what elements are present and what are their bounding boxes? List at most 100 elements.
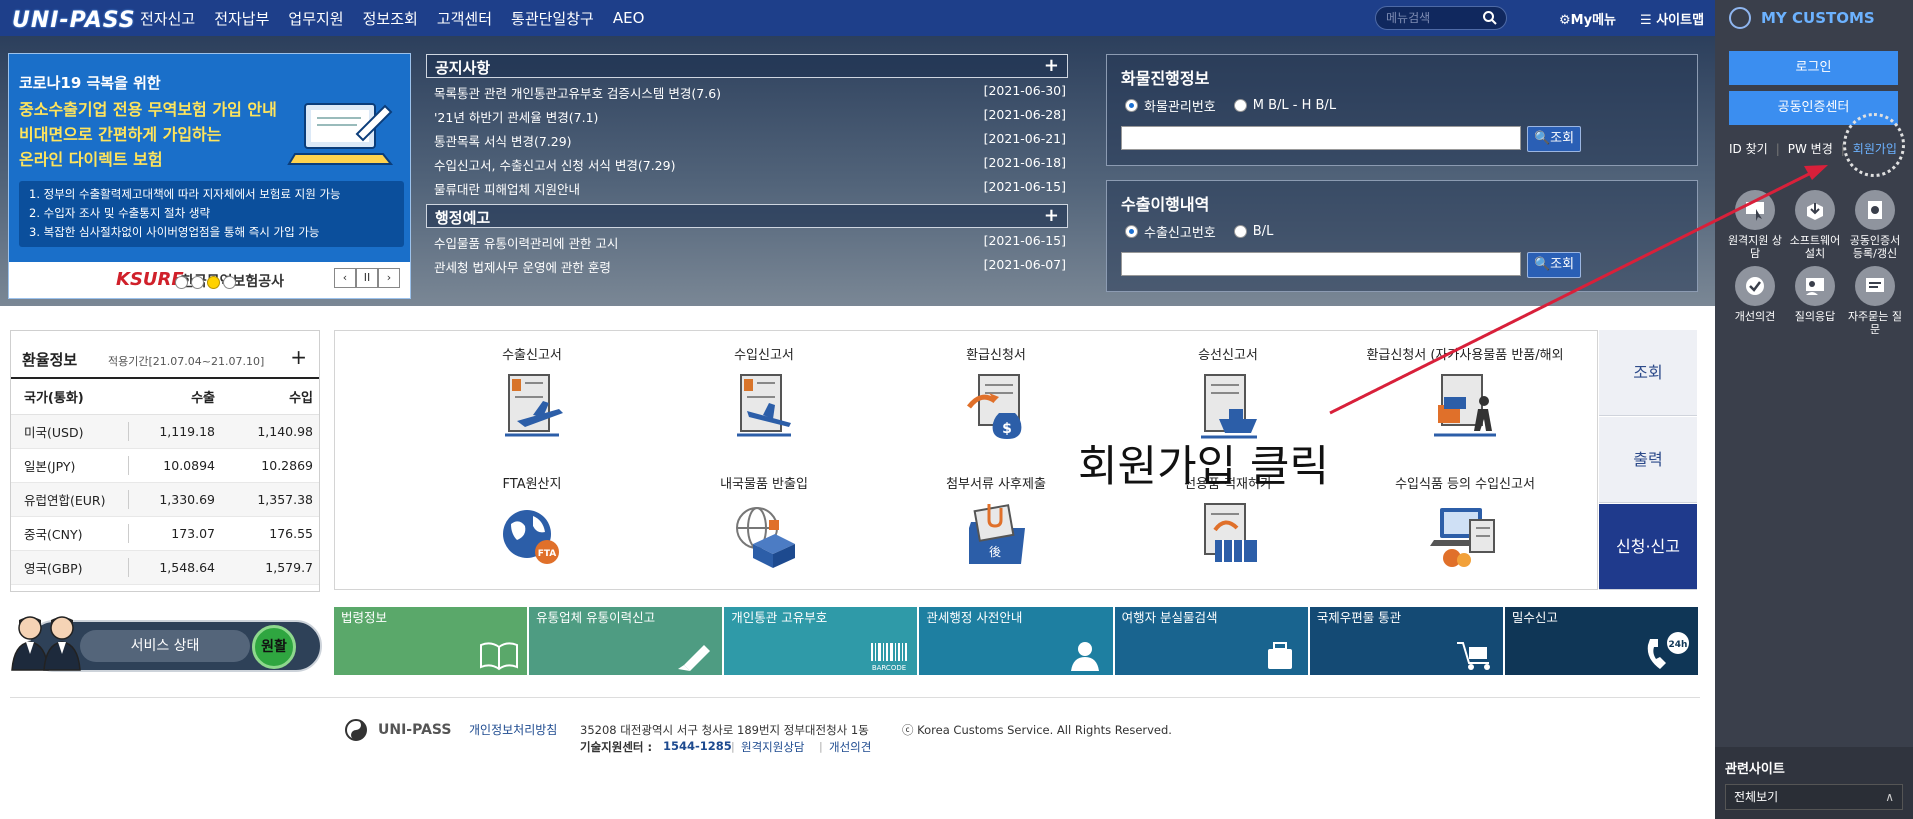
uni-pass-logo[interactable]: UNI-PASS — [12, 8, 136, 33]
tile-import-declaration[interactable]: 수입신고서 — [669, 348, 859, 444]
find-id-link[interactable]: ID 찾기 — [1729, 140, 1768, 157]
tab-print[interactable]: 출력 — [1599, 417, 1697, 503]
notice-title-text[interactable]: 통관목록 서식 변경(7.29) — [434, 131, 572, 150]
side-tabs: 조회 출력 신청·신고 — [1599, 330, 1697, 590]
shortcut-label: 질의응답 — [1794, 310, 1836, 323]
export-number-input[interactable] — [1121, 252, 1521, 276]
prev-arrow-icon[interactable]: ‹ — [334, 268, 356, 288]
software-install-shortcut[interactable]: 소프트웨어 설치 — [1785, 190, 1845, 260]
footer-address: 35208 대전광역시 서구 청사로 189번지 정부대전청사 1동 — [580, 723, 869, 737]
shortcut-label: 공동인증서 등록/갱신 — [1849, 234, 1901, 260]
notice-row[interactable]: '21년 하반기 관세율 변경(7.1) [2021-06-28] — [426, 102, 1068, 126]
admin-title-text[interactable]: 관세청 법제사무 운영에 관한 훈령 — [434, 257, 611, 276]
notice-title-text[interactable]: 목록통관 관련 개인통관고유부호 검증시스템 변경(7.6) — [434, 83, 721, 102]
sitemap-button[interactable]: ☰ 사이트맵 — [1640, 9, 1704, 28]
notice-date: [2021-06-28] — [983, 107, 1066, 122]
notice-title-text[interactable]: '21년 하반기 관세율 변경(7.1) — [434, 107, 598, 126]
nav-item-work-support[interactable]: 업무지원 — [288, 8, 343, 29]
login-button[interactable]: 로그인 — [1729, 51, 1898, 85]
export-search-button[interactable]: 🔍조회 — [1527, 252, 1581, 278]
notice-date: [2021-06-30] — [983, 83, 1066, 98]
admin-title-text[interactable]: 수입물품 유통이력관리에 관한 고시 — [434, 233, 618, 252]
admin-row[interactable]: 수입물품 유통이력관리에 관한 고시 [2021-06-15] — [426, 228, 1068, 252]
sidebar-title: MY CUSTOMS — [1761, 9, 1875, 27]
nav-item-customer-center[interactable]: 고객센터 — [437, 8, 492, 29]
next-arrow-icon[interactable]: › — [378, 268, 400, 288]
main-nav: 전자신고 전자납부 업무지원 정보조회 고객센터 통관단일창구 AEO — [140, 0, 644, 36]
carousel-dot[interactable] — [191, 276, 204, 289]
promo-banner[interactable]: 코로나19 극복을 위한 중소수출기업 전용 무역보험 가입 안내 비대면으로 … — [8, 53, 411, 299]
radio-icon — [1233, 225, 1247, 238]
nav-item-aeo[interactable]: AEO — [613, 9, 645, 27]
quicklink-lost-found[interactable]: 여행자 분실물검색 — [1114, 607, 1308, 675]
nav-item-single-window[interactable]: 통관단일창구 — [511, 8, 594, 29]
sitemap-label: 사이트맵 — [1656, 13, 1705, 28]
tech-support-label: 기술지원센터 : — [580, 740, 653, 754]
certificate-shortcut[interactable]: 공동인증서 등록/갱신 — [1845, 190, 1905, 260]
nav-item-e-filing[interactable]: 전자신고 — [140, 8, 195, 29]
tile-refund-application[interactable]: 환급신청서 $ — [901, 348, 1091, 444]
menu-search-input[interactable] — [1386, 10, 1478, 26]
tech-support-phone: 1544-1285 — [663, 739, 732, 753]
admin-more-icon[interactable]: + — [1044, 205, 1059, 226]
tile-attachment-submit[interactable]: 첨부서류 사후제출 後 — [901, 477, 1091, 573]
quicklink-intl-mail[interactable]: 국제우편물 통관 — [1309, 607, 1503, 675]
change-pw-link[interactable]: PW 변경 — [1788, 140, 1833, 157]
tile-refund-self-use[interactable]: 환급신청서 (자가사용물품 반품/해외 — [1355, 348, 1575, 444]
notice-header: 공지사항 + — [426, 54, 1068, 78]
carousel-dot[interactable] — [223, 276, 236, 289]
notice-date: [2021-06-18] — [983, 155, 1066, 170]
tile-label: 수입신고서 — [734, 348, 794, 363]
cargo-search-button[interactable]: 🔍조회 — [1527, 126, 1581, 152]
qna-icon — [1795, 266, 1835, 306]
tab-lookup[interactable]: 조회 — [1599, 330, 1697, 416]
notice-title-text[interactable]: 물류대란 피해업체 지원안내 — [434, 179, 580, 198]
cargo-option-mgmt-no[interactable]: 화물관리번호 — [1125, 96, 1216, 115]
nav-item-info-lookup[interactable]: 정보조회 — [363, 8, 418, 29]
qna-shortcut[interactable]: 질의응답 — [1785, 266, 1845, 336]
rates-table-body: 미국(USD) 1,119.18 1,140.98 일본(JPY) 10.0894 10… — [11, 415, 319, 585]
admin-row[interactable]: 관세청 법제사무 운영에 관한 훈령 [2021-06-07] — [426, 252, 1068, 276]
carousel-dot-active[interactable] — [207, 276, 220, 289]
tile-food-import[interactable]: 수입식품 등의 수입신고서 — [1355, 477, 1575, 573]
faq-icon — [1855, 266, 1895, 306]
tile-fta-origin[interactable]: FTA원산지 FTA — [437, 477, 627, 573]
tile-domestic-goods[interactable]: 내국물품 반출입 — [669, 477, 859, 573]
tile-boarding-declaration[interactable]: 승선신고서 — [1133, 348, 1323, 444]
my-menu-button[interactable]: ⚙My메뉴 — [1559, 9, 1616, 28]
tab-apply-declare[interactable]: 신청·신고 — [1599, 504, 1697, 590]
notice-row[interactable]: 수입신고서, 수출신고서 신청 서식 변경(7.29) [2021-06-18] — [426, 150, 1068, 174]
cargo-number-input[interactable] — [1121, 126, 1521, 150]
notice-row[interactable]: 통관목록 서식 변경(7.29) [2021-06-21] — [426, 126, 1068, 150]
quicklink-distribution-report[interactable]: 유통업체 유통이력신고 — [529, 607, 723, 675]
collapse-circle-icon[interactable] — [1729, 7, 1751, 29]
footer-separator: | — [819, 740, 823, 753]
pause-button[interactable]: II — [356, 268, 378, 288]
privacy-policy-link[interactable]: 개인정보처리방침 — [469, 721, 557, 738]
rates-more-icon[interactable]: + — [290, 345, 307, 369]
export-option-bl[interactable]: B/L — [1233, 224, 1273, 239]
export-option-declare-no[interactable]: 수출신고번호 — [1125, 222, 1216, 241]
notice-row[interactable]: 물류대란 피해업체 지원안내 [2021-06-15] — [426, 174, 1068, 198]
improvement-link[interactable]: 개선의견 — [829, 739, 871, 755]
related-sites-select[interactable]: 전체보기 ∧ — [1725, 784, 1903, 810]
remote-support-shortcut[interactable]: 원격지원 상담 — [1725, 190, 1785, 260]
feedback-shortcut[interactable]: 개선의견 — [1725, 266, 1785, 336]
quicklink-label: 국제우편물 통관 — [1316, 610, 1402, 625]
quicklink-personal-customs-code[interactable]: 개인통관 고유부호 BARCODE — [724, 607, 918, 675]
notice-more-icon[interactable]: + — [1044, 55, 1059, 76]
service-status: 서비스 상태 원활 — [8, 608, 322, 674]
search-icon[interactable] — [1482, 10, 1498, 26]
notice-row[interactable]: 목록통관 관련 개인통관고유부호 검증시스템 변경(7.6) [2021-06-3… — [426, 78, 1068, 102]
banner-bullet-2: 2. 수입자 조사 및 수출통지 절차 생략 — [29, 206, 211, 220]
remote-support-link[interactable]: 원격지원상담 — [741, 739, 804, 755]
notice-title-text[interactable]: 수입신고서, 수출신고서 신청 서식 변경(7.29) — [434, 155, 675, 174]
carousel-dot[interactable] — [175, 276, 188, 289]
tile-export-declaration[interactable]: 수출신고서 — [437, 348, 627, 444]
quicklink-law-info[interactable]: 법령정보 — [334, 607, 528, 675]
faq-shortcut[interactable]: 자주묻는 질문 — [1845, 266, 1905, 336]
quicklink-advance-guide[interactable]: 관세행정 사전안내 — [919, 607, 1113, 675]
cargo-option-bl[interactable]: M B/L - H B/L — [1233, 98, 1336, 113]
quicklink-smuggling-report[interactable]: 밀수신고 24h — [1504, 607, 1698, 675]
nav-item-e-payment[interactable]: 전자납부 — [214, 8, 269, 29]
